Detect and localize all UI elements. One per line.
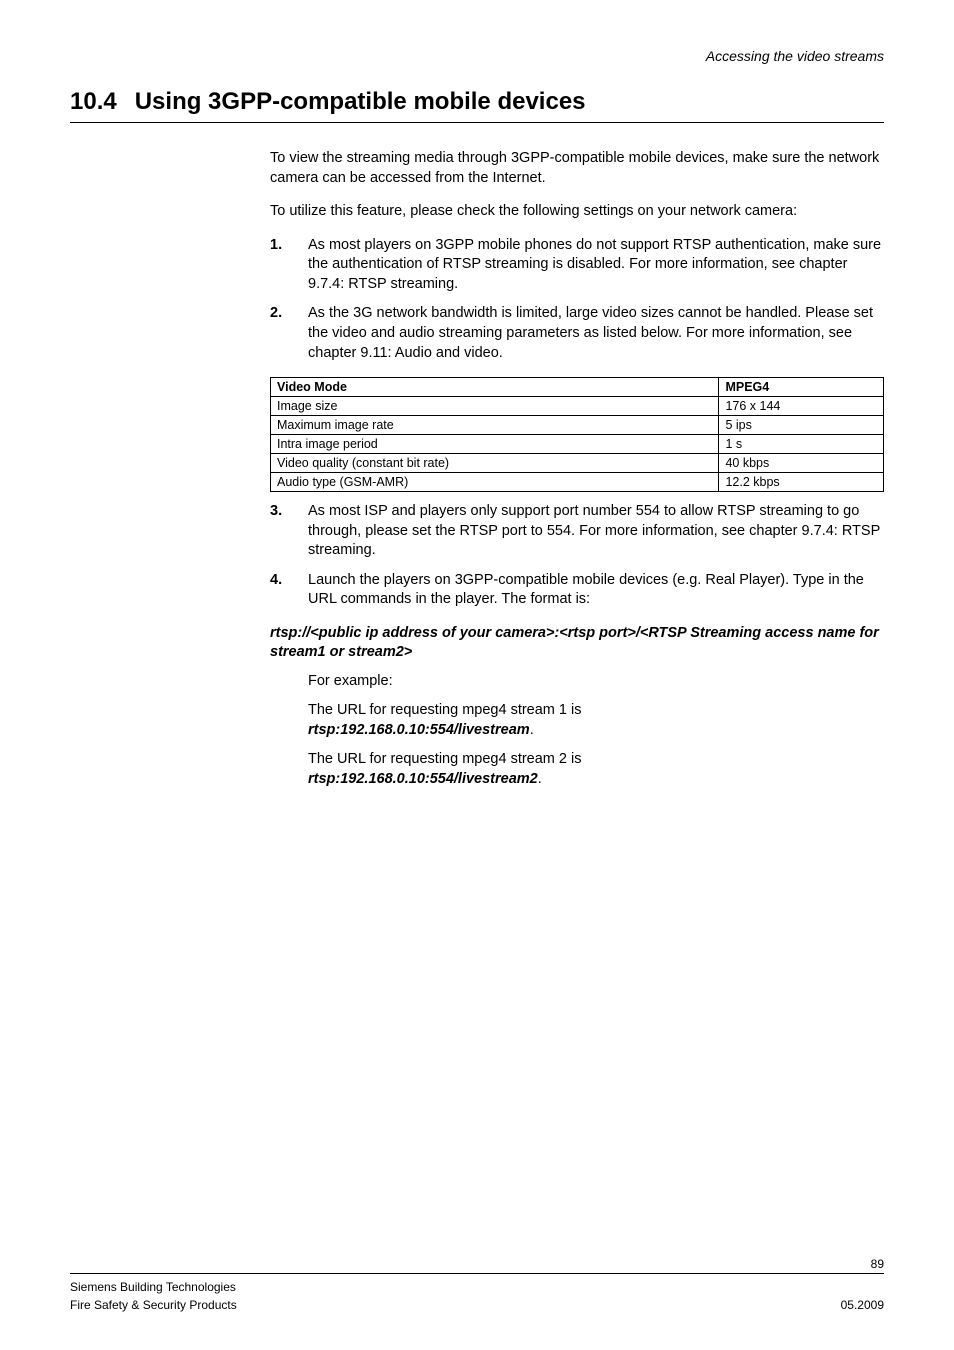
example-text: The URL for requesting mpeg4 stream 1 is: [308, 702, 581, 718]
video-mode-table: Video Mode MPEG4 Image size176 x 144 Max…: [270, 377, 884, 492]
table-cell: 176 x 144: [719, 397, 884, 416]
list-item: 3. As most ISP and players only support …: [270, 502, 884, 561]
url-format: rtsp://<public ip address of your camera…: [270, 624, 884, 662]
table-cell: 12.2 kbps: [719, 473, 884, 492]
section-number: 10.4: [70, 88, 117, 116]
steps-list-a: 1. As most players on 3GPP mobile phones…: [270, 236, 884, 363]
step-text: As most ISP and players only support por…: [308, 502, 884, 561]
list-item: 4. Launch the players on 3GPP-compatible…: [270, 571, 884, 610]
step-number: 3.: [270, 502, 290, 561]
table-cell: Intra image period: [271, 435, 719, 454]
example-url: rtsp:192.168.0.10:554/livestream2: [308, 771, 538, 787]
steps-list-b: 3. As most ISP and players only support …: [270, 502, 884, 610]
table-row: Audio type (GSM-AMR)12.2 kbps: [271, 473, 884, 492]
step-number: 1.: [270, 236, 290, 295]
intro-para-1: To view the streaming media through 3GPP…: [270, 149, 884, 188]
section-title: Using 3GPP-compatible mobile devices: [135, 88, 586, 116]
table-cell: Image size: [271, 397, 719, 416]
table-row: Intra image period1 s: [271, 435, 884, 454]
step-number: 2.: [270, 304, 290, 363]
footer-date: 05.2009: [841, 1296, 884, 1314]
table-cell: Audio type (GSM-AMR): [271, 473, 719, 492]
list-item: 1. As most players on 3GPP mobile phones…: [270, 236, 884, 295]
table-row: Image size176 x 144: [271, 397, 884, 416]
example-text: The URL for requesting mpeg4 stream 2 is: [308, 751, 581, 767]
step-number: 4.: [270, 571, 290, 610]
example-2: The URL for requesting mpeg4 stream 2 is…: [308, 750, 884, 789]
header-breadcrumb: Accessing the video streams: [70, 48, 884, 64]
section-divider: [70, 122, 884, 123]
main-content: To view the streaming media through 3GPP…: [270, 149, 884, 789]
table-header: MPEG4: [719, 378, 884, 397]
section-heading: 10.4 Using 3GPP-compatible mobile device…: [70, 88, 884, 116]
intro-para-2: To utilize this feature, please check th…: [270, 202, 884, 222]
footer-divider: [70, 1273, 884, 1274]
table-row: Maximum image rate5 ips: [271, 416, 884, 435]
step-text: As most players on 3GPP mobile phones do…: [308, 236, 884, 295]
step-text: As the 3G network bandwidth is limited, …: [308, 304, 884, 363]
footer-company: Siemens Building Technologies: [70, 1278, 237, 1296]
table-cell: Video quality (constant bit rate): [271, 454, 719, 473]
period: .: [538, 771, 542, 787]
page-number: 89: [70, 1257, 884, 1271]
footer-division: Fire Safety & Security Products: [70, 1296, 237, 1314]
table-cell: 40 kbps: [719, 454, 884, 473]
example-url: rtsp:192.168.0.10:554/livestream: [308, 722, 530, 738]
example-block: For example: The URL for requesting mpeg…: [308, 672, 884, 790]
table-header: Video Mode: [271, 378, 719, 397]
table-row: Video Mode MPEG4: [271, 378, 884, 397]
table-cell: 5 ips: [719, 416, 884, 435]
page-footer: 89 Siemens Building Technologies Fire Sa…: [70, 1257, 884, 1314]
table-row: Video quality (constant bit rate)40 kbps: [271, 454, 884, 473]
period: .: [530, 722, 534, 738]
example-label: For example:: [308, 672, 884, 692]
table-cell: 1 s: [719, 435, 884, 454]
list-item: 2. As the 3G network bandwidth is limite…: [270, 304, 884, 363]
table-cell: Maximum image rate: [271, 416, 719, 435]
example-1: The URL for requesting mpeg4 stream 1 is…: [308, 701, 884, 740]
step-text: Launch the players on 3GPP-compatible mo…: [308, 571, 884, 610]
